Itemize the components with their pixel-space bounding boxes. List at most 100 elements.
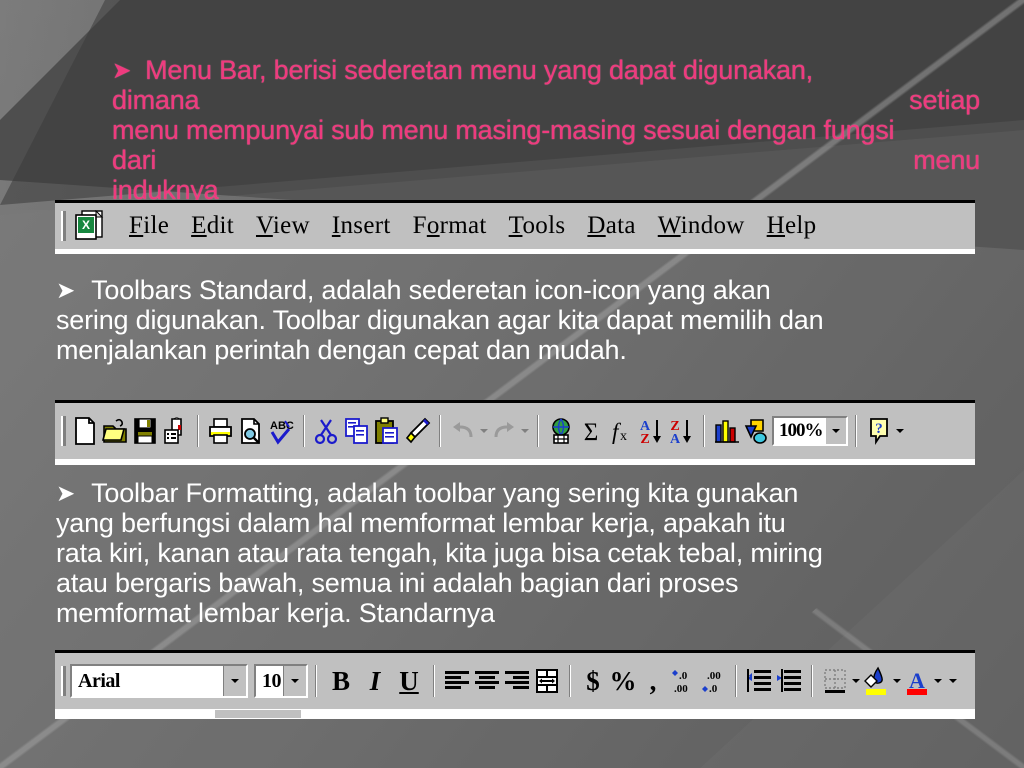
para1-line4-left: dari bbox=[112, 145, 157, 175]
decrease-decimal-icon[interactable]: .00 .0 bbox=[698, 666, 728, 696]
paste-clipboard-icon[interactable] bbox=[372, 416, 402, 446]
scrollbar-thumb[interactable] bbox=[215, 710, 301, 718]
formatting-toolbar-body: Arial 10 B I U $ % , .0 .00 .00 .0 A bbox=[55, 653, 975, 709]
font-size-chevron-down-icon[interactable] bbox=[283, 666, 306, 696]
para1-line3: menu mempunyai sub menu masing-masing se… bbox=[112, 115, 980, 145]
para1-line2-right: setiap bbox=[909, 85, 980, 115]
borders-icon[interactable] bbox=[820, 666, 850, 696]
font-color-chevron-down-icon[interactable] bbox=[932, 666, 943, 696]
increase-indent-icon[interactable] bbox=[774, 666, 804, 696]
para3-line5: memformat lembar kerja. Standarnya bbox=[56, 598, 495, 628]
standard-toolbar-grip-handle[interactable] bbox=[61, 416, 66, 446]
insert-hyperlink-globe-icon[interactable] bbox=[546, 416, 576, 446]
help-question-icon[interactable]: ? bbox=[864, 416, 894, 446]
menu-item-insert[interactable]: Insert bbox=[321, 212, 402, 240]
svg-text:X: X bbox=[82, 218, 90, 232]
new-document-icon[interactable] bbox=[70, 416, 100, 446]
font-size-value: 10 bbox=[262, 669, 282, 692]
fill-color-icon[interactable] bbox=[861, 666, 891, 696]
para1-line1-text: Menu Bar, berisi sederetan menu yang dap… bbox=[145, 55, 813, 85]
sort-descending-za-icon[interactable]: Z A bbox=[666, 416, 696, 446]
font-name-chevron-down-icon[interactable] bbox=[223, 666, 246, 696]
bullet-arrow-icon: ➤ bbox=[56, 480, 76, 506]
menu-item-tools[interactable]: Tools bbox=[498, 212, 577, 240]
borders-chevron-down-icon[interactable] bbox=[850, 666, 861, 696]
svg-text:ABC: ABC bbox=[270, 420, 294, 432]
zoom-combobox[interactable]: 100% bbox=[772, 416, 848, 446]
menu-item-data[interactable]: Data bbox=[576, 212, 646, 240]
undo-dropdown-chevron-down-icon[interactable] bbox=[478, 416, 489, 446]
autosum-sigma-icon[interactable]: Σ bbox=[576, 416, 606, 446]
format-painter-icon[interactable] bbox=[402, 416, 432, 446]
menu-bar-grip-handle[interactable] bbox=[61, 211, 66, 241]
menu-item-view[interactable]: View bbox=[245, 212, 321, 240]
toolbar-separator bbox=[433, 665, 435, 697]
align-left-icon[interactable] bbox=[442, 666, 472, 696]
formatting-toolbar-scrollbar[interactable] bbox=[55, 709, 975, 719]
comma-style-icon[interactable]: , bbox=[638, 666, 668, 697]
toolbar-separator bbox=[811, 665, 813, 697]
bold-button[interactable]: B bbox=[324, 666, 358, 697]
font-size-combobox[interactable]: 10 bbox=[254, 664, 308, 698]
bullet-arrow-icon: ➤ bbox=[112, 57, 132, 83]
menu-item-format[interactable]: Format bbox=[402, 212, 498, 240]
font-color-icon[interactable]: A bbox=[902, 666, 932, 696]
zoom-value: 100% bbox=[779, 420, 824, 441]
decrease-indent-icon[interactable] bbox=[744, 666, 774, 696]
para3-line3: rata kiri, kanan atau rata tengah, kita … bbox=[56, 538, 981, 568]
para3-line2-text: yang berfungsi dalam hal memformat lemba… bbox=[56, 508, 786, 538]
para2-line2: sering digunakan. Toolbar digunakan agar… bbox=[56, 305, 981, 335]
para1-line3-text: menu mempunyai sub menu masing-masing se… bbox=[112, 115, 895, 145]
para3-line4-text: atau bergaris bawah, semua ini adalah ba… bbox=[56, 568, 739, 598]
redo-dropdown-chevron-down-icon[interactable] bbox=[519, 416, 530, 446]
formatting-toolbar-overflow-icon[interactable] bbox=[947, 666, 958, 696]
para1-line2-left: dimana bbox=[112, 85, 200, 115]
paragraph-menu-bar: ➤ Menu Bar, berisi sederetan menu yang d… bbox=[112, 55, 980, 205]
underline-button[interactable]: U bbox=[392, 666, 426, 697]
cut-scissors-icon[interactable] bbox=[312, 416, 342, 446]
fill-color-chevron-down-icon[interactable] bbox=[891, 666, 902, 696]
align-center-icon[interactable] bbox=[472, 666, 502, 696]
svg-text:?: ? bbox=[875, 421, 883, 437]
align-right-icon[interactable] bbox=[502, 666, 532, 696]
para1-line1: ➤ Menu Bar, berisi sederetan menu yang d… bbox=[112, 55, 980, 85]
currency-style-icon[interactable]: $ bbox=[578, 666, 608, 697]
toolbar-separator bbox=[315, 665, 317, 697]
merge-and-center-icon[interactable] bbox=[532, 666, 562, 696]
increase-decimal-icon[interactable]: .0 .00 bbox=[668, 666, 698, 696]
copy-icon[interactable] bbox=[342, 416, 372, 446]
chart-wizard-icon[interactable] bbox=[712, 416, 742, 446]
menu-item-window[interactable]: Window bbox=[647, 212, 756, 240]
spelling-abc-check-icon[interactable]: ABC bbox=[266, 416, 296, 446]
toolbar-separator bbox=[537, 415, 539, 447]
menu-item-edit[interactable]: Edit bbox=[180, 212, 245, 240]
standard-toolbar-overflow-icon[interactable] bbox=[894, 416, 905, 446]
menu-item-help[interactable]: Help bbox=[756, 212, 828, 240]
formatting-toolbar-grip-handle[interactable] bbox=[61, 666, 66, 696]
sort-ascending-az-icon[interactable]: A Z bbox=[636, 416, 666, 446]
save-floppy-icon[interactable] bbox=[130, 416, 160, 446]
email-icon[interactable] bbox=[160, 416, 190, 446]
open-folder-icon[interactable] bbox=[100, 416, 130, 446]
menu-item-file[interactable]: File bbox=[118, 212, 180, 240]
print-icon[interactable] bbox=[206, 416, 236, 446]
toolbar-separator bbox=[197, 415, 199, 447]
paste-function-fx-icon[interactable]: f x bbox=[606, 416, 636, 446]
para2-line1: ➤ Toolbars Standard, adalah sederetan ic… bbox=[56, 275, 981, 305]
undo-icon[interactable] bbox=[448, 416, 478, 446]
excel-standard-toolbar[interactable]: ABC Σ f x A Z Z A 100% ? bbox=[55, 400, 975, 465]
redo-icon[interactable] bbox=[489, 416, 519, 446]
excel-menu-bar[interactable]: X File Edit View Insert Format Tools Dat… bbox=[55, 200, 975, 254]
svg-text:x: x bbox=[620, 429, 627, 444]
italic-button[interactable]: I bbox=[358, 666, 392, 697]
print-preview-icon[interactable] bbox=[236, 416, 266, 446]
paragraph-toolbar-formatting: ➤ Toolbar Formatting, adalah toolbar yan… bbox=[56, 478, 981, 628]
excel-formatting-toolbar[interactable]: Arial 10 B I U $ % , .0 .00 .00 .0 A bbox=[55, 650, 975, 719]
font-name-combobox[interactable]: Arial bbox=[70, 664, 248, 698]
standard-toolbar-bottom-border bbox=[55, 459, 975, 465]
drawing-icon[interactable] bbox=[742, 416, 772, 446]
percent-style-icon[interactable]: % bbox=[608, 666, 638, 697]
para3-line3-text: rata kiri, kanan atau rata tengah, kita … bbox=[56, 538, 823, 568]
zoom-dropdown-chevron-down-icon[interactable] bbox=[825, 418, 846, 444]
menu-bar-bottom-border bbox=[55, 249, 975, 254]
